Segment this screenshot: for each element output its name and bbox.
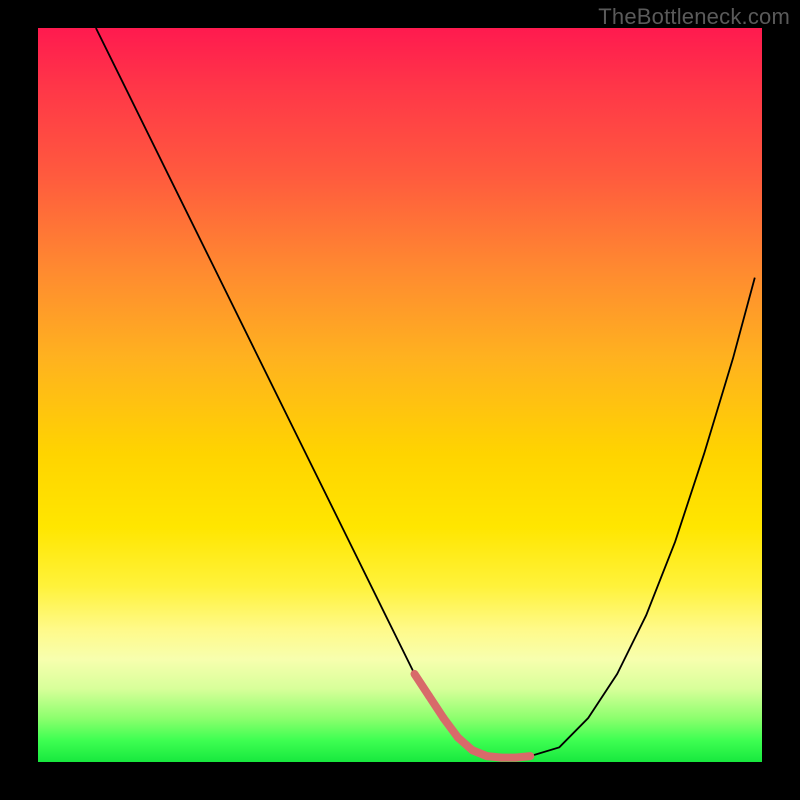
highlight-segment [516, 756, 530, 757]
chart-frame: TheBottleneck.com [0, 0, 800, 800]
plot-area [38, 28, 762, 762]
watermark-text: TheBottleneck.com [598, 4, 790, 30]
bottleneck-curve [96, 28, 755, 758]
highlight-markers [414, 674, 530, 758]
chart-svg [38, 28, 762, 762]
